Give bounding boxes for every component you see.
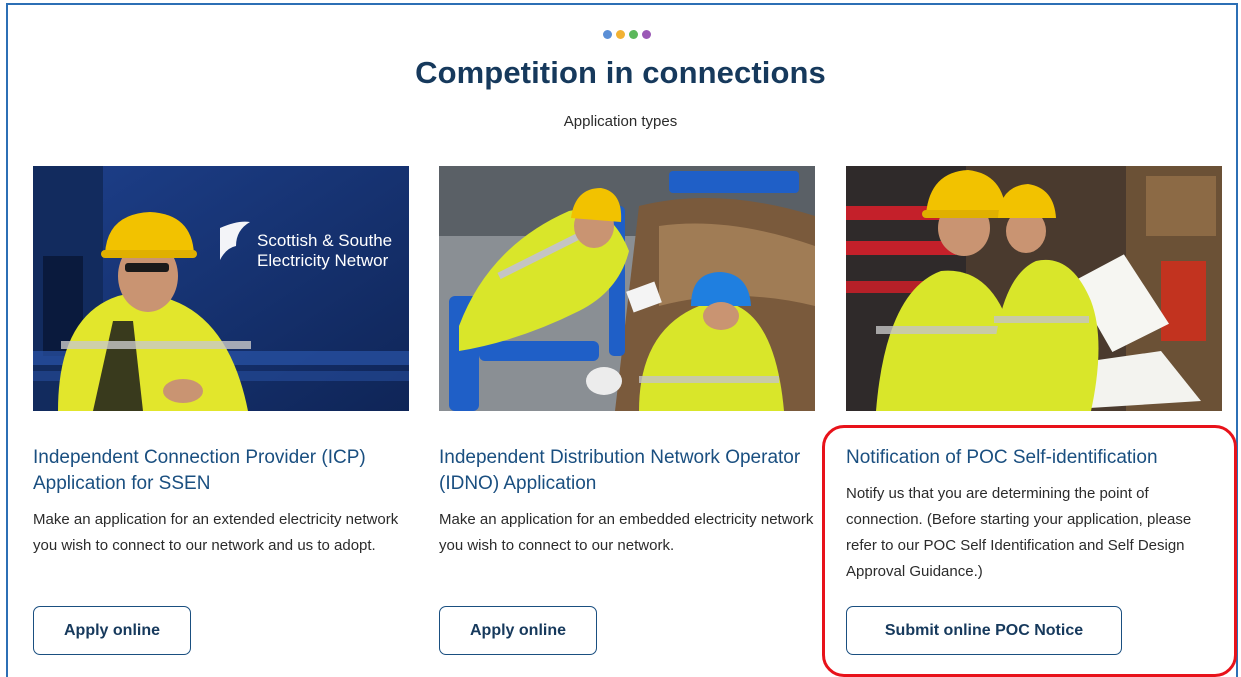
card-idno: Independent Distribution Network Operato… <box>439 166 815 655</box>
decorative-dots <box>603 30 651 39</box>
card-description-poc: Notify us that you are determining the p… <box>846 485 1192 580</box>
card-image-idno <box>439 166 815 411</box>
page-title: Competition in connections <box>415 55 826 90</box>
card-poc: Notification of POC Self-identification … <box>846 166 1222 655</box>
van-text-2: Electricity Networ <box>257 251 389 270</box>
card-image-poc <box>846 166 1222 411</box>
apply-online-idno-button[interactable]: Apply online <box>439 606 597 655</box>
card-title-poc: Notification of POC Self-identification <box>846 447 1158 468</box>
dot-purple <box>642 30 651 39</box>
card-title-icp: Independent Connection Provider (ICP) Ap… <box>33 447 366 494</box>
dot-green <box>629 30 638 39</box>
section-subtitle: Application types <box>563 113 678 130</box>
card-icp: Scottish & Southe Electricity Networ Ind… <box>33 166 409 655</box>
dot-yellow <box>616 30 625 39</box>
card-description-icp: Make an application for an extended elec… <box>33 511 399 554</box>
dot-blue <box>603 30 612 39</box>
submit-poc-notice-button[interactable]: Submit online POC Notice <box>846 606 1122 655</box>
card-description-idno: Make an application for an embedded elec… <box>439 511 814 554</box>
van-text-1: Scottish & Southe <box>257 231 392 250</box>
card-image-icp: Scottish & Southe Electricity Networ <box>33 166 409 411</box>
apply-online-icp-button[interactable]: Apply online <box>33 606 191 655</box>
card-title-idno: Independent Distribution Network Operato… <box>439 447 801 494</box>
